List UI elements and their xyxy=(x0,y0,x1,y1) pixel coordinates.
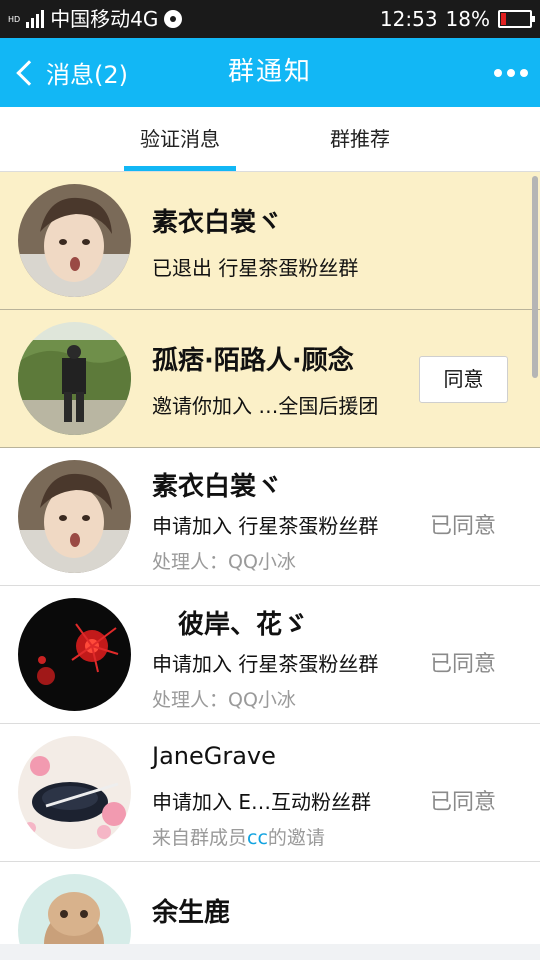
status-label: 已同意 xyxy=(430,652,497,677)
sender-name: 孤痞·陌路人·顾念 xyxy=(152,346,354,376)
notification-list: 素衣白裳ヾ 已退出 行星茶蛋粉丝群 孤痞·陌路人·顾念 邀请你加入 …全国后援团 xyxy=(0,172,540,960)
title-bar: 消息(2) 群通知 xyxy=(0,38,540,107)
invite-source-prefix: 来自群成员 xyxy=(152,827,248,849)
tab-bar: 验证消息 群推荐 xyxy=(0,107,540,172)
carrier-label: 中国移动4G xyxy=(50,7,159,31)
handler-text: 处理人：QQ小冰 xyxy=(152,689,296,711)
status-bar: HD 中国移动4G 12:53 18% xyxy=(0,0,540,38)
avatar xyxy=(18,184,131,297)
page-title: 群通知 xyxy=(227,57,312,87)
notification-text: 邀请你加入 …全国后援团 xyxy=(152,394,379,418)
more-dot-icon xyxy=(507,68,515,77)
avatar xyxy=(18,322,131,435)
screen: HD 中国移动4G 12:53 18% 消息(2) 群通知 验证消息 群推荐 素… xyxy=(0,0,540,960)
tab-verification[interactable]: 验证消息 xyxy=(124,107,236,172)
bottom-edge xyxy=(0,944,540,960)
invite-source-suffix: 的邀请 xyxy=(267,827,325,849)
scrollbar[interactable] xyxy=(532,176,538,378)
clock: 12:53 xyxy=(379,7,438,31)
battery-percent: 18% xyxy=(445,7,490,31)
list-item[interactable]: 素衣白裳ヾ 申请加入 行星茶蛋粉丝群 处理人：QQ小冰 已同意 xyxy=(0,448,540,586)
list-item[interactable]: 彼岸、花ゞ 申请加入 行星茶蛋粉丝群 处理人：QQ小冰 已同意 xyxy=(0,586,540,724)
sender-name: 素衣白裳ヾ xyxy=(152,208,283,238)
invite-source-text: 来自群成员cc的邀请 xyxy=(152,823,325,850)
more-dot-icon xyxy=(494,68,502,77)
sender-name: 彼岸、花ゞ xyxy=(178,610,309,640)
list-item[interactable]: 素衣白裳ヾ 已退出 行星茶蛋粉丝群 xyxy=(0,172,540,310)
music-disc-icon xyxy=(164,10,183,28)
notification-text: 申请加入 行星茶蛋粉丝群 xyxy=(152,652,379,676)
sender-name: JaneGrave xyxy=(152,742,276,770)
sender-name: 素衣白裳ヾ xyxy=(152,472,283,502)
more-options-button[interactable] xyxy=(494,38,528,107)
status-label: 已同意 xyxy=(430,514,497,539)
signal-icon xyxy=(26,10,45,28)
notification-text: 申请加入 行星茶蛋粉丝群 xyxy=(152,514,379,538)
active-tab-indicator xyxy=(124,166,236,171)
sender-name: 余生鹿 xyxy=(152,898,231,928)
agree-button[interactable]: 同意 xyxy=(419,356,508,403)
notification-text: 申请加入 E…互动粉丝群 xyxy=(152,790,371,814)
list-item[interactable]: 孤痞·陌路人·顾念 邀请你加入 …全国后援团 同意 xyxy=(0,310,540,448)
more-dot-icon xyxy=(520,68,528,77)
avatar xyxy=(18,598,131,711)
notification-text: 已退出 行星茶蛋粉丝群 xyxy=(152,256,359,280)
handler-text: 处理人：QQ小冰 xyxy=(152,551,296,573)
battery-icon xyxy=(498,10,535,28)
inviter-link[interactable]: cc xyxy=(247,827,268,849)
hd-badge: HD xyxy=(8,14,21,24)
list-item[interactable]: JaneGrave 申请加入 E…互动粉丝群 来自群成员cc的邀请 已同意 xyxy=(0,724,540,862)
avatar xyxy=(18,736,131,849)
avatar xyxy=(18,460,131,573)
tab-recommend[interactable]: 群推荐 xyxy=(304,107,416,172)
status-label: 已同意 xyxy=(430,790,497,815)
